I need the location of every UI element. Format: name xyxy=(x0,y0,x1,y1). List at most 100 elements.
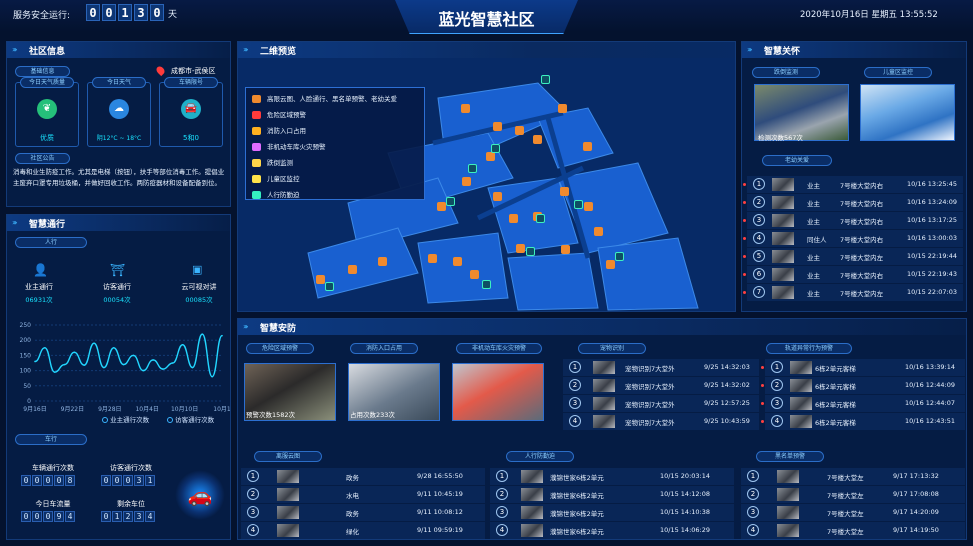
map-marker[interactable] xyxy=(453,257,462,266)
map-marker[interactable] xyxy=(536,214,545,223)
row-thumbnail[interactable] xyxy=(772,178,794,191)
row-thumbnail[interactable] xyxy=(790,361,812,374)
table-row[interactable]: 2 6栋2单元客梯 10/16 12:44:09 xyxy=(761,377,965,394)
map-marker[interactable] xyxy=(594,227,603,236)
map-marker[interactable] xyxy=(325,282,334,291)
table-row[interactable]: 4 绿化 9/11 09:59:19 xyxy=(241,522,485,539)
row-thumbnail[interactable] xyxy=(593,379,615,392)
map-marker[interactable] xyxy=(461,104,470,113)
map-marker[interactable] xyxy=(526,247,535,256)
map-marker[interactable] xyxy=(583,142,592,151)
map-marker[interactable] xyxy=(541,75,550,84)
map-marker[interactable] xyxy=(561,245,570,254)
map-marker[interactable] xyxy=(533,135,542,144)
fire-exit-tab[interactable]: 消防入口占用 xyxy=(350,343,418,354)
legend-item[interactable]: 儿童区监控 xyxy=(252,173,300,183)
table-row[interactable]: 4 7号楼大堂左 9/17 14:19:50 xyxy=(741,522,965,539)
row-thumbnail[interactable] xyxy=(772,250,794,263)
map-marker[interactable] xyxy=(468,164,477,173)
row-thumbnail[interactable] xyxy=(593,361,615,374)
danger-area-tab[interactable]: 危险区域预警 xyxy=(246,343,314,354)
table-row[interactable]: 3 业主 7号楼大堂内右 10/16 13:17:25 xyxy=(743,212,963,229)
row-thumbnail[interactable] xyxy=(521,488,543,501)
map-marker[interactable] xyxy=(516,244,525,253)
table-row[interactable]: 2 濮锦世家6栋2单元 10/15 14:12:08 xyxy=(490,486,734,503)
pet-tab[interactable]: 宠物识别 xyxy=(578,343,646,354)
table-row[interactable]: 4 濮锦世家6栋2单元 10/15 14:06:29 xyxy=(490,522,734,539)
map-marker[interactable] xyxy=(470,270,479,279)
legend-item[interactable]: 访客通行次数 xyxy=(167,414,214,424)
table-row[interactable]: 2 业主 7号楼大堂内右 10/16 13:24:09 xyxy=(743,194,963,211)
table-row[interactable]: 1 业主 7号楼大堂内右 10/16 13:25:45 xyxy=(743,176,963,193)
row-thumbnail[interactable] xyxy=(521,506,543,519)
blacklist-tab[interactable]: 黑名单预警 xyxy=(756,451,824,462)
map-marker[interactable] xyxy=(437,202,446,211)
notice-tab[interactable]: 社区公告 xyxy=(15,153,70,164)
row-thumbnail[interactable] xyxy=(790,397,812,410)
kids-tab[interactable]: 儿童区监控 xyxy=(864,67,932,78)
map-marker[interactable] xyxy=(560,187,569,196)
map-marker[interactable] xyxy=(446,197,455,206)
table-row[interactable]: 3 7号楼大堂左 9/17 14:20:09 xyxy=(741,504,965,521)
row-thumbnail[interactable] xyxy=(277,470,299,483)
legend-item[interactable]: 消防入口占用 xyxy=(252,125,306,135)
bike-fire-tab[interactable]: 非机动车库火灾预警 xyxy=(456,343,542,354)
table-row[interactable]: 2 宠物识别7大堂外 9/25 14:32:02 xyxy=(563,377,759,394)
map-marker[interactable] xyxy=(482,280,491,289)
table-row[interactable]: 5 业主 7号楼大堂内左 10/15 22:19:44 xyxy=(743,248,963,265)
map-marker[interactable] xyxy=(493,122,502,131)
fall-tab[interactable]: 跌倒监测 xyxy=(752,67,820,78)
table-row[interactable]: 4 6栋2单元客梯 10/16 12:43:51 xyxy=(761,413,965,430)
map-marker[interactable] xyxy=(378,257,387,266)
map-marker[interactable] xyxy=(462,177,471,186)
legend-item[interactable]: 业主通行次数 xyxy=(102,414,149,424)
row-thumbnail[interactable] xyxy=(593,397,615,410)
map-marker[interactable] xyxy=(606,260,615,269)
row-thumbnail[interactable] xyxy=(777,506,799,519)
basic-info-tab[interactable]: 基础信息 xyxy=(15,66,70,77)
table-row[interactable]: 1 政务 9/28 16:55:50 xyxy=(241,468,485,485)
legend-item[interactable]: 跌倒监测 xyxy=(252,157,293,167)
row-thumbnail[interactable] xyxy=(277,488,299,501)
table-row[interactable]: 1 7号楼大堂左 9/17 17:13:32 xyxy=(741,468,965,485)
row-thumbnail[interactable] xyxy=(790,415,812,428)
map-marker[interactable] xyxy=(584,202,593,211)
map-marker[interactable] xyxy=(428,254,437,263)
legend-item[interactable]: 人行防勤迫 xyxy=(252,189,300,199)
map-marker[interactable] xyxy=(558,104,567,113)
table-row[interactable]: 1 濮锦世家6栋2单元 10/15 20:03:14 xyxy=(490,468,734,485)
table-row[interactable]: 6 业主 7号楼大堂内右 10/15 22:19:43 xyxy=(743,266,963,283)
row-thumbnail[interactable] xyxy=(777,488,799,501)
table-row[interactable]: 2 水电 9/11 10:45:19 xyxy=(241,486,485,503)
legend-item[interactable]: 高限云图、人脸通行、黑名单预警、老幼关爱 xyxy=(252,93,397,103)
face-cloud-tab[interactable]: 离服云图 xyxy=(254,451,322,462)
row-thumbnail[interactable] xyxy=(277,506,299,519)
row-thumbnail[interactable] xyxy=(772,268,794,281)
map-marker[interactable] xyxy=(486,152,495,161)
row-thumbnail[interactable] xyxy=(772,196,794,209)
legend-item[interactable]: 非机动车库火灾预警 xyxy=(252,141,326,151)
table-row[interactable]: 2 7号楼大堂左 9/17 17:08:08 xyxy=(741,486,965,503)
row-thumbnail[interactable] xyxy=(772,214,794,227)
car-tab[interactable]: 车行 xyxy=(15,434,87,445)
map-marker[interactable] xyxy=(615,252,624,261)
bike-fire-camera[interactable] xyxy=(452,363,544,421)
map-marker[interactable] xyxy=(348,265,357,274)
table-row[interactable]: 1 宠物识别7大堂外 9/25 14:32:03 xyxy=(563,359,759,376)
abnormal-behavior-tab[interactable]: 轨道异常行为预警 xyxy=(766,343,852,354)
map-marker[interactable] xyxy=(316,275,325,284)
table-row[interactable]: 3 政务 9/11 10:08:12 xyxy=(241,504,485,521)
table-row[interactable]: 4 同住人 7号楼大堂内右 10/16 13:00:03 xyxy=(743,230,963,247)
table-row[interactable]: 1 6栋2单元客梯 10/16 13:39:14 xyxy=(761,359,965,376)
elder-care-tab[interactable]: 老幼关爱 xyxy=(762,155,832,166)
table-row[interactable]: 3 宠物识别7大堂外 9/25 12:57:25 xyxy=(563,395,759,412)
row-thumbnail[interactable] xyxy=(593,415,615,428)
row-thumbnail[interactable] xyxy=(777,524,799,537)
map-marker[interactable] xyxy=(493,192,502,201)
row-thumbnail[interactable] xyxy=(772,286,794,299)
people-tab[interactable]: 人行 xyxy=(15,237,87,248)
map-marker[interactable] xyxy=(515,126,524,135)
map-marker[interactable] xyxy=(509,214,518,223)
table-row[interactable]: 3 濮锦世家6栋2单元 10/15 14:10:38 xyxy=(490,504,734,521)
row-thumbnail[interactable] xyxy=(521,524,543,537)
